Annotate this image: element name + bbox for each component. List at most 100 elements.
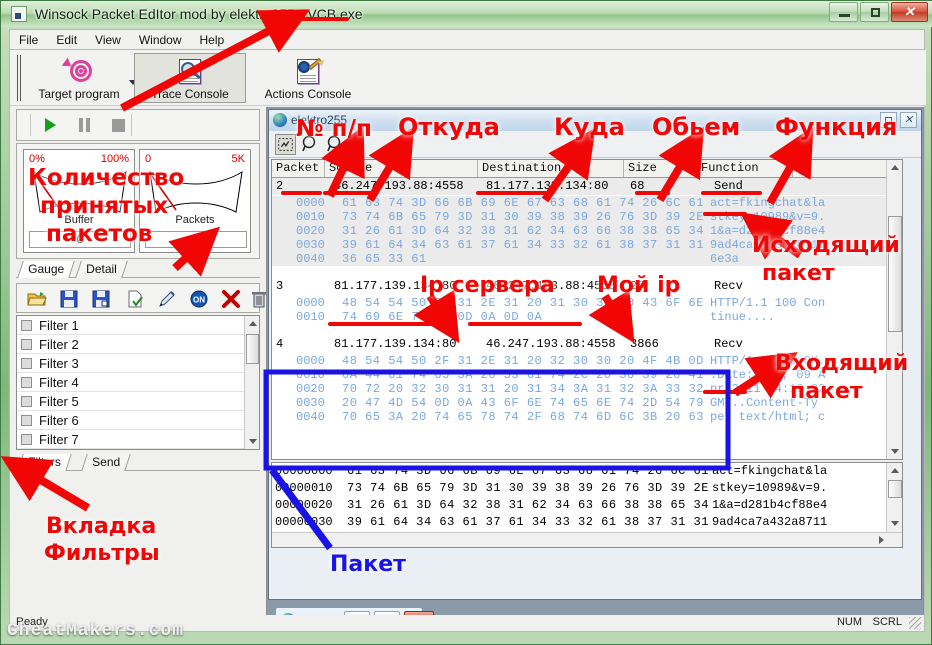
hex-line: 0000 48 54 54 50 2F 31 2E 31 20 31 30 30… [272,296,902,310]
target-program-button[interactable]: Target program [27,53,137,103]
open-filter-button[interactable] [27,289,47,309]
stop-capture-button[interactable] [109,116,127,134]
mdi-close-button[interactable]: ✕ [900,112,917,128]
actions-console-button[interactable]: Actions Console [249,53,367,103]
hex-pane-hscrollbar[interactable] [272,532,902,547]
hex-detail-pane[interactable]: 00000000 61 63 74 3D 66 6B 69 6E 67 63 6… [271,462,903,548]
hex-offset: 0000 [296,196,325,210]
menu-view[interactable]: View [86,30,130,49]
save-filter-button[interactable] [59,289,79,309]
column-header-function[interactable]: Function [697,160,793,177]
edit-filter-button[interactable] [157,289,177,309]
hex-ascii: 1&a=d281b4cf88e4 [712,498,828,512]
hex-ascii: pe: text/html; c [710,410,826,424]
scrollbar-thumb[interactable] [888,480,902,498]
pause-icon [78,118,90,132]
cell-function: Send [714,179,743,193]
close-button[interactable]: ✕ [891,2,928,22]
enable-filter-button[interactable]: ON [189,289,209,309]
filter-list-scrollbar[interactable] [244,316,259,449]
chevron-down-icon [891,449,899,454]
table-row[interactable]: 3 81.177.139.134:80 46.247.193.88:4558 2… [272,278,902,295]
hex-line: 0040 70 65 3A 20 74 65 78 74 2F 68 74 6D… [272,410,902,424]
tab-filters[interactable]: Filters [17,454,72,471]
window-title: Winsock Packet EdItor mod by elektro255 … [35,6,363,22]
scroll-up-button[interactable] [245,316,260,331]
filter-list[interactable]: Filter 1 Filter 2 Filter 3 Filter 4 Filt… [16,315,260,450]
hex-row: 00000000 61 63 74 3D 66 6B 69 6E 67 63 6… [272,463,902,480]
new-filter-button[interactable] [125,289,145,309]
scroll-down-button[interactable] [245,434,260,449]
list-item[interactable]: Filter 4 [17,373,246,392]
filter-checkbox[interactable] [21,396,32,407]
minimize-button[interactable] [829,2,858,22]
filters-tabstrip: Filters Send [16,454,260,471]
filter-checkbox[interactable] [21,339,32,350]
column-header-packet[interactable]: Packet [272,160,325,177]
filter-label: Filter 3 [39,356,79,371]
menu-bar: File Edit View Window Help [9,29,925,49]
list-item[interactable]: Filter 3 [17,354,246,373]
hex-bytes: 39 61 64 34 63 61 37 61 34 33 32 61 38 3… [342,238,704,252]
list-item[interactable]: Filter 2 [17,335,246,354]
mdi-restore-button[interactable] [880,112,897,128]
table-row[interactable]: 4 81.177.139.134:80 46.247.193.88:4558 3… [272,336,902,353]
list-item[interactable]: Filter 7 [17,430,246,449]
packet-list[interactable]: Packet Source Destination Size Function … [271,159,903,460]
menu-file-label: File [19,33,39,47]
save-as-filter-button[interactable] [91,289,111,309]
scroll-down-button[interactable] [887,516,902,531]
resize-grip[interactable] [909,617,921,629]
application-window: Winsock Packet EdItor mod by elektro255 … [0,0,932,645]
filter-checkbox[interactable] [21,434,32,445]
tab-detail[interactable]: Detail [75,261,128,278]
hex-ascii: 9ad4ca7a432a8711 [710,238,826,252]
cell-destination: 46.247.193.88:4558 [486,279,616,293]
menu-help[interactable]: Help [191,30,234,49]
close-icon: ✕ [903,114,914,126]
watermark: CheatMakers.com [7,621,185,641]
find-next-button[interactable] [325,134,346,155]
trace-console-button[interactable]: Trace Console [134,53,246,103]
target-icon [61,57,94,86]
tab-gauge[interactable]: Gauge [17,261,75,278]
table-row[interactable]: 2 46.247.193.88:4558 81.177.139.134:80 6… [272,178,902,195]
column-header-source[interactable]: Source [325,160,478,177]
scroll-lock-icon [278,138,293,151]
scrollbar-thumb[interactable] [888,216,902,332]
disable-filter-button[interactable] [221,289,241,309]
find-button[interactable] [300,134,321,155]
list-item[interactable]: Filter 6 [17,411,246,430]
filter-checkbox[interactable] [21,320,32,331]
maximize-button[interactable] [860,2,889,22]
scrollbar-thumb[interactable] [246,334,259,364]
autoscroll-toggle[interactable] [275,134,296,155]
tab-send[interactable]: Send [81,454,131,471]
scroll-up-button[interactable] [887,160,902,175]
list-item[interactable]: Filter 1 [17,316,246,335]
hex-ascii: HTTP/1.1 100 Con [710,296,826,310]
trace-console-label: Trace Console [151,87,229,101]
menu-edit[interactable]: Edit [47,30,86,49]
list-item[interactable]: Filter 5 [17,392,246,411]
status-num-indicator: NUM [836,616,862,628]
column-header-destination[interactable]: Destination [478,160,624,177]
filter-checkbox[interactable] [21,415,32,426]
pause-capture-button[interactable] [75,116,93,134]
packet-list-scrollbar[interactable] [886,160,902,459]
hex-offset: 0000 [296,296,325,310]
column-header-size[interactable]: Size [624,160,697,177]
menu-file[interactable]: File [10,30,47,49]
filter-checkbox[interactable] [21,377,32,388]
hex-line: 0030 39 61 64 34 63 61 37 61 34 33 32 61… [272,238,902,252]
scroll-up-button[interactable] [887,463,902,478]
hex-bytes: 70 65 3A 20 74 65 78 74 2F 68 74 6D 6C 3… [342,410,704,424]
cell-size: 3866 [630,337,659,351]
menu-window[interactable]: Window [130,30,191,49]
scroll-down-button[interactable] [887,444,902,459]
toolbar-grip[interactable] [17,55,22,101]
hex-bytes: 0A 44 61 74 65 3A 20 53 61 74 2C 20 30 3… [342,368,704,382]
filter-checkbox[interactable] [21,358,32,369]
start-capture-button[interactable] [41,116,59,134]
scroll-right-button[interactable] [879,536,884,544]
